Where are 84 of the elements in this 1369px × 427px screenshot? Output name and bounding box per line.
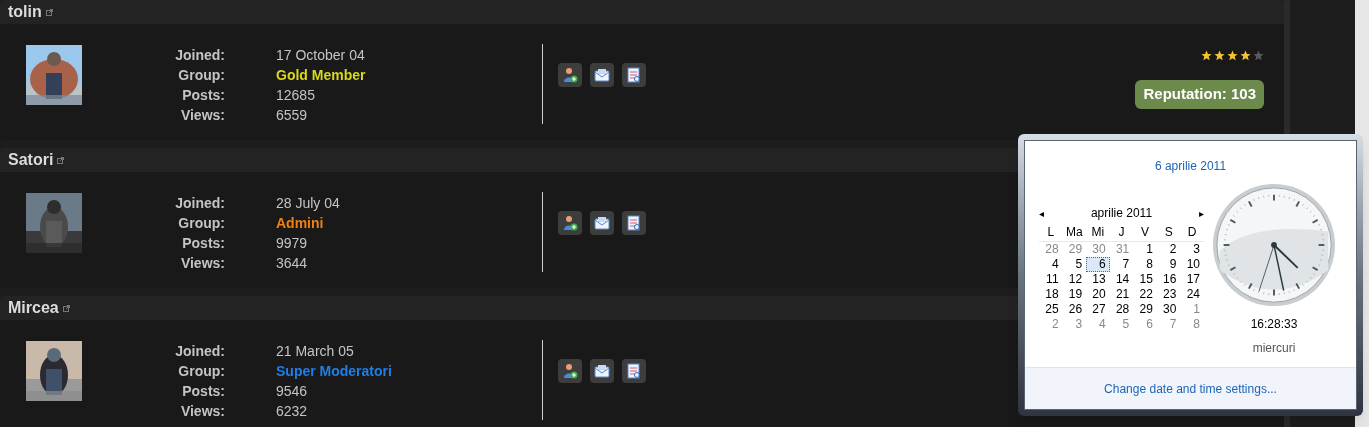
calendar-day[interactable]: 14: [1109, 272, 1134, 287]
calendar-day[interactable]: 7: [1156, 317, 1181, 332]
group-name: Gold Member: [276, 65, 366, 85]
calendar-day[interactable]: 8: [1133, 257, 1157, 272]
month-title[interactable]: aprilie 2011: [1090, 204, 1153, 222]
calendar-day[interactable]: 1: [1180, 302, 1204, 317]
field-label: Views:: [179, 253, 225, 273]
calendar-day[interactable]: 28: [1039, 242, 1063, 257]
calendar-day[interactable]: 30: [1086, 242, 1110, 257]
calendar-day[interactable]: 29: [1133, 302, 1157, 317]
field-label: Group:: [177, 361, 225, 381]
field-value: 21 March 05: [276, 341, 354, 361]
current-time: 16:28:33: [1250, 316, 1298, 333]
field-label: Posts:: [181, 85, 225, 105]
calendar-day[interactable]: 22: [1133, 287, 1157, 302]
calendar-day[interactable]: 21: [1109, 287, 1134, 302]
member-name[interactable]: tolin: [8, 0, 42, 24]
calendar-day[interactable]: 18: [1039, 287, 1063, 302]
calendar-day[interactable]: 5: [1062, 257, 1087, 272]
calendar-day[interactable]: 12: [1062, 272, 1087, 287]
calendar-day[interactable]: 30: [1156, 302, 1181, 317]
member-name[interactable]: Mircea: [8, 296, 59, 320]
calendar-day[interactable]: 28: [1109, 302, 1134, 317]
field-label: Views:: [179, 401, 225, 421]
next-month-button[interactable]: ▸: [1199, 205, 1204, 221]
date-title[interactable]: 6 aprilie 2011: [1154, 157, 1227, 175]
calendar-day[interactable]: 8: [1180, 317, 1204, 332]
field-label: Group:: [177, 213, 225, 233]
calendar-day[interactable]: 7: [1109, 257, 1134, 272]
weekday-label: V: [1140, 224, 1151, 240]
field-label: Joined:: [174, 45, 225, 65]
weekday-label: L: [1046, 224, 1056, 240]
field-value: 9979: [276, 233, 308, 253]
field-label: Joined:: [174, 341, 225, 361]
calendar-day[interactable]: 19: [1062, 287, 1087, 302]
field-label: Joined:: [174, 193, 225, 213]
calendar-day[interactable]: 11: [1039, 272, 1063, 287]
calendar-day[interactable]: 9: [1156, 257, 1181, 272]
calendar-day[interactable]: 31: [1109, 242, 1134, 257]
field-value: 3644: [276, 253, 308, 273]
calendar-day[interactable]: 4: [1086, 317, 1110, 332]
group-name: Admini: [276, 213, 324, 233]
calendar-day[interactable]: 1: [1133, 242, 1157, 257]
field-label: Group:: [177, 65, 225, 85]
member-name[interactable]: Satori: [8, 148, 54, 172]
calendar-day[interactable]: 20: [1086, 287, 1110, 302]
field-value: 12685: [276, 85, 315, 105]
field-label: Views:: [179, 105, 225, 125]
field-label: Posts:: [181, 233, 225, 253]
weekday-label: J: [1117, 224, 1126, 240]
calendar-day[interactable]: 10: [1180, 257, 1204, 272]
field-value: 9546: [276, 381, 308, 401]
calendar-day[interactable]: 6: [1086, 257, 1110, 272]
calendar-day[interactable]: 16: [1156, 272, 1181, 287]
calendar-day[interactable]: 27: [1086, 302, 1110, 317]
previous-month-button[interactable]: ◂: [1039, 205, 1044, 221]
reputation-badge: Reputation: 103: [1135, 80, 1264, 109]
calendar-day[interactable]: 25: [1039, 302, 1063, 317]
calendar-day[interactable]: 23: [1156, 287, 1181, 302]
calendar-day[interactable]: 5: [1109, 317, 1134, 332]
calendar-day[interactable]: 2: [1156, 242, 1181, 257]
weekday-label: S: [1163, 224, 1174, 240]
field-value: 6559: [276, 105, 308, 125]
calendar-day[interactable]: 17: [1180, 272, 1204, 287]
calendar-day[interactable]: 4: [1039, 257, 1063, 272]
calendar-day[interactable]: 3: [1180, 242, 1204, 257]
weekday-name: miercuri: [1252, 340, 1296, 357]
field-value: 6232: [276, 401, 308, 421]
calendar-day[interactable]: 24: [1180, 287, 1204, 302]
group-name: Super Moderatori: [276, 361, 392, 381]
weekday-label: Ma: [1065, 224, 1084, 240]
calendar-day[interactable]: 13: [1086, 272, 1110, 287]
weekday-label: D: [1186, 224, 1198, 240]
calendar-day[interactable]: 2: [1039, 317, 1063, 332]
calendar-day[interactable]: 3: [1062, 317, 1087, 332]
settings-link[interactable]: Change date and time settings...: [1104, 379, 1277, 398]
field-value: 28 July 04: [276, 193, 340, 213]
calendar-day[interactable]: 29: [1062, 242, 1087, 257]
weekday-label: Mi: [1090, 224, 1106, 240]
field-label: Posts:: [181, 381, 225, 401]
field-value: 17 October 04: [276, 45, 365, 65]
calendar-day[interactable]: 6: [1133, 317, 1157, 332]
calendar-day[interactable]: 26: [1062, 302, 1087, 317]
calendar-day[interactable]: 15: [1133, 272, 1157, 287]
